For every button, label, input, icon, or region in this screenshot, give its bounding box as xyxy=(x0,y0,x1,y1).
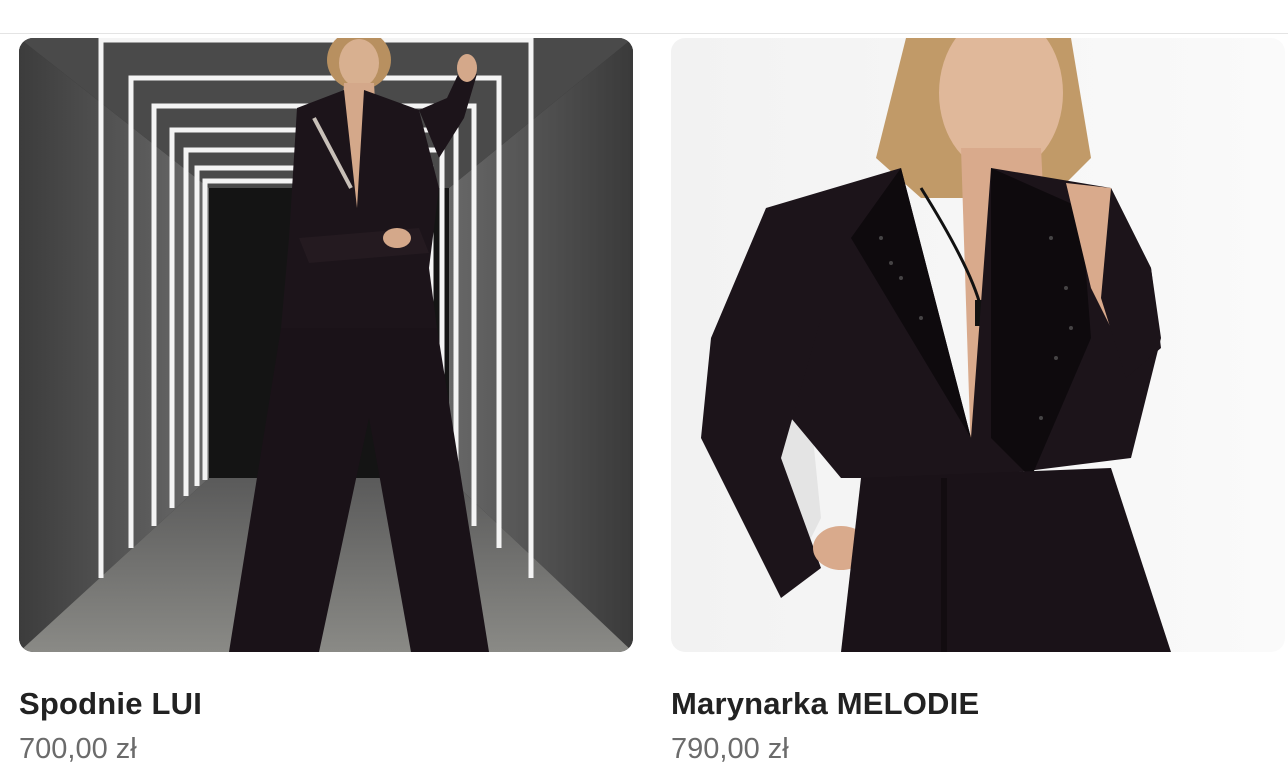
product-photo-cropped-blazer xyxy=(671,38,1285,652)
product-card[interactable]: Marynarka MELODIE 790,00 zł xyxy=(671,38,1285,766)
product-image[interactable] xyxy=(19,38,633,652)
product-image[interactable] xyxy=(671,38,1285,652)
top-bar xyxy=(0,0,1288,34)
product-price: 700,00 zł xyxy=(19,733,137,765)
product-name[interactable]: Spodnie LUI xyxy=(19,685,633,723)
product-name[interactable]: Marynarka MELODIE xyxy=(671,685,1285,723)
product-card[interactable]: Spodnie LUI 700,00 zł xyxy=(19,38,633,766)
product-photo-suit-tunnel xyxy=(19,38,633,652)
product-price: 790,00 zł xyxy=(671,733,789,765)
